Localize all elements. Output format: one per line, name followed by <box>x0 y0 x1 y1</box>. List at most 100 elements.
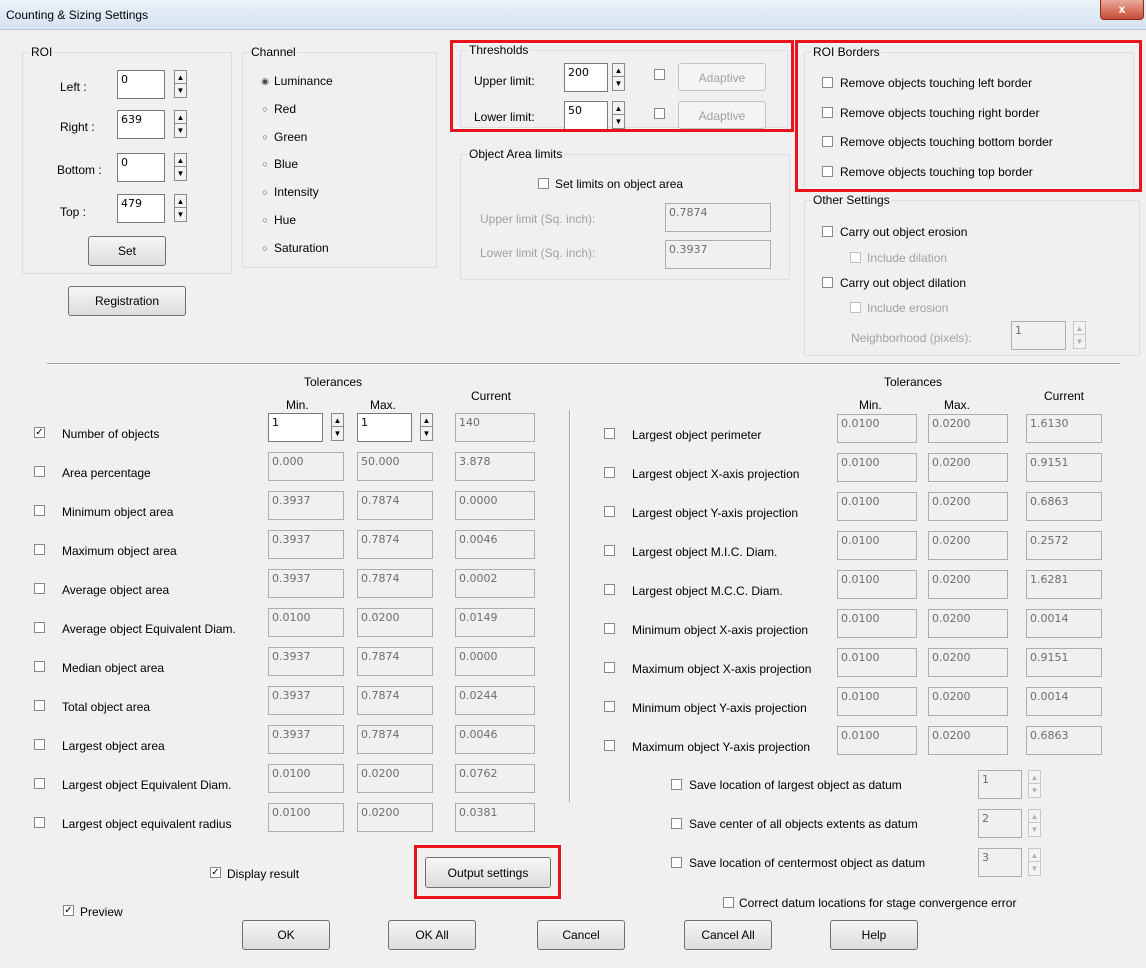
ok-all-button[interactable]: OK All <box>388 920 476 950</box>
right-row-max[interactable]: 0.0200 <box>928 609 1008 638</box>
right-row-checkbox[interactable] <box>604 740 615 751</box>
include-dilation-checkbox[interactable] <box>850 252 861 263</box>
left-row-min[interactable]: 0.3937 <box>268 647 344 676</box>
left-row-max[interactable]: 0.0200 <box>357 803 433 832</box>
roi-left-input[interactable]: 0 <box>117 70 165 99</box>
correct-datum-checkbox[interactable] <box>723 897 734 908</box>
channel-radio-green[interactable]: ○ <box>261 132 269 141</box>
include-erosion-checkbox[interactable] <box>850 302 861 313</box>
left-row-checkbox[interactable] <box>34 583 45 594</box>
left-row-max[interactable]: 0.7874 <box>357 686 433 715</box>
right-row-checkbox[interactable] <box>604 545 615 556</box>
left-row-min[interactable]: 0.3937 <box>268 491 344 520</box>
roi-right-input[interactable]: 639 <box>117 110 165 139</box>
right-row-min[interactable]: 0.0100 <box>837 648 917 677</box>
left-row-checkbox[interactable] <box>34 505 45 516</box>
right-row-max[interactable]: 0.0200 <box>928 570 1008 599</box>
right-row-checkbox[interactable] <box>604 701 615 712</box>
datum-spinner[interactable]: ▲ ▼ <box>1028 770 1041 798</box>
left-row-min[interactable]: 1 <box>268 413 323 442</box>
roi-left-spinner[interactable]: ▲ ▼ <box>174 70 187 98</box>
roi-right-spinner[interactable]: ▲ ▼ <box>174 110 187 138</box>
right-row-min[interactable]: 0.0100 <box>837 726 917 755</box>
left-row-checkbox[interactable] <box>34 544 45 555</box>
datum-spinner[interactable]: ▲ ▼ <box>1028 848 1041 876</box>
left-row-max[interactable]: 50.000 <box>357 452 433 481</box>
left-row-max[interactable]: 0.7874 <box>357 725 433 754</box>
preview-checkbox[interactable]: ✓ <box>63 905 74 916</box>
left-row-max[interactable]: 0.7874 <box>357 647 433 676</box>
right-row-checkbox[interactable] <box>604 662 615 673</box>
cancel-all-button[interactable]: Cancel All <box>684 920 772 950</box>
display-result-checkbox[interactable]: ✓ <box>210 867 221 878</box>
left-row-checkbox[interactable] <box>34 817 45 828</box>
left-row-checkbox[interactable]: ✓ <box>34 427 45 438</box>
right-row-max[interactable]: 0.0200 <box>928 648 1008 677</box>
roi-bottom-input[interactable]: 0 <box>117 153 165 182</box>
right-row-min[interactable]: 0.0100 <box>837 492 917 521</box>
left-row-min[interactable]: 0.000 <box>268 452 344 481</box>
roi-top-input[interactable]: 479 <box>117 194 165 223</box>
output-settings-button[interactable]: Output settings <box>425 857 551 888</box>
close-button[interactable]: x <box>1100 0 1144 20</box>
area-lower-input[interactable]: 0.3937 <box>665 240 771 269</box>
right-row-max[interactable]: 0.0200 <box>928 531 1008 560</box>
left-row-max[interactable]: 1 <box>357 413 412 442</box>
neighborhood-input[interactable]: 1 <box>1011 321 1066 350</box>
channel-radio-hue[interactable]: ○ <box>261 216 269 225</box>
datum-checkbox[interactable] <box>671 857 682 868</box>
right-row-checkbox[interactable] <box>604 467 615 478</box>
left-row-checkbox[interactable] <box>34 466 45 477</box>
left-row-min[interactable]: 0.0100 <box>268 764 344 793</box>
datum-checkbox[interactable] <box>671 779 682 790</box>
datum-checkbox[interactable] <box>671 818 682 829</box>
right-row-min[interactable]: 0.0100 <box>837 570 917 599</box>
left-row-min[interactable]: 0.3937 <box>268 530 344 559</box>
right-row-checkbox[interactable] <box>604 428 615 439</box>
right-row-min[interactable]: 0.0100 <box>837 531 917 560</box>
registration-button[interactable]: Registration <box>68 286 186 316</box>
ok-button[interactable]: OK <box>242 920 330 950</box>
left-row-min[interactable]: 0.3937 <box>268 725 344 754</box>
channel-radio-intensity[interactable]: ○ <box>261 188 269 197</box>
left-row-checkbox[interactable] <box>34 700 45 711</box>
dilation-checkbox[interactable] <box>822 277 833 288</box>
cancel-button[interactable]: Cancel <box>537 920 625 950</box>
datum-input[interactable]: 3 <box>978 848 1022 877</box>
left-row-checkbox[interactable] <box>34 739 45 750</box>
channel-radio-blue[interactable]: ○ <box>261 160 269 169</box>
left-row-max-spinner[interactable]: ▲ ▼ <box>420 413 433 441</box>
left-row-min[interactable]: 0.0100 <box>268 803 344 832</box>
left-row-min[interactable]: 0.3937 <box>268 686 344 715</box>
left-row-max[interactable]: 0.0200 <box>357 608 433 637</box>
left-row-checkbox[interactable] <box>34 778 45 789</box>
left-row-checkbox[interactable] <box>34 622 45 633</box>
right-row-max[interactable]: 0.0200 <box>928 687 1008 716</box>
right-row-min[interactable]: 0.0100 <box>837 609 917 638</box>
roi-set-button[interactable]: Set <box>88 236 166 266</box>
right-row-checkbox[interactable] <box>604 584 615 595</box>
roi-top-spinner[interactable]: ▲ ▼ <box>174 194 187 222</box>
datum-input[interactable]: 1 <box>978 770 1022 799</box>
right-row-min[interactable]: 0.0100 <box>837 453 917 482</box>
set-limits-checkbox[interactable] <box>538 178 549 189</box>
right-row-max[interactable]: 0.0200 <box>928 414 1008 443</box>
left-row-max[interactable]: 0.7874 <box>357 491 433 520</box>
left-row-max[interactable]: 0.7874 <box>357 569 433 598</box>
channel-radio-red[interactable]: ○ <box>261 104 269 113</box>
right-row-checkbox[interactable] <box>604 623 615 634</box>
left-row-max[interactable]: 0.0200 <box>357 764 433 793</box>
left-row-min[interactable]: 0.3937 <box>268 569 344 598</box>
right-row-max[interactable]: 0.0200 <box>928 492 1008 521</box>
left-row-checkbox[interactable] <box>34 661 45 672</box>
datum-input[interactable]: 2 <box>978 809 1022 838</box>
right-row-min[interactable]: 0.0100 <box>837 414 917 443</box>
area-upper-input[interactable]: 0.7874 <box>665 203 771 232</box>
right-row-max[interactable]: 0.0200 <box>928 726 1008 755</box>
right-row-max[interactable]: 0.0200 <box>928 453 1008 482</box>
left-row-min-spinner[interactable]: ▲ ▼ <box>331 413 344 441</box>
help-button[interactable]: Help <box>830 920 918 950</box>
channel-radio-luminance[interactable]: ◉ <box>261 77 269 86</box>
datum-spinner[interactable]: ▲ ▼ <box>1028 809 1041 837</box>
channel-radio-saturation[interactable]: ○ <box>261 243 269 252</box>
